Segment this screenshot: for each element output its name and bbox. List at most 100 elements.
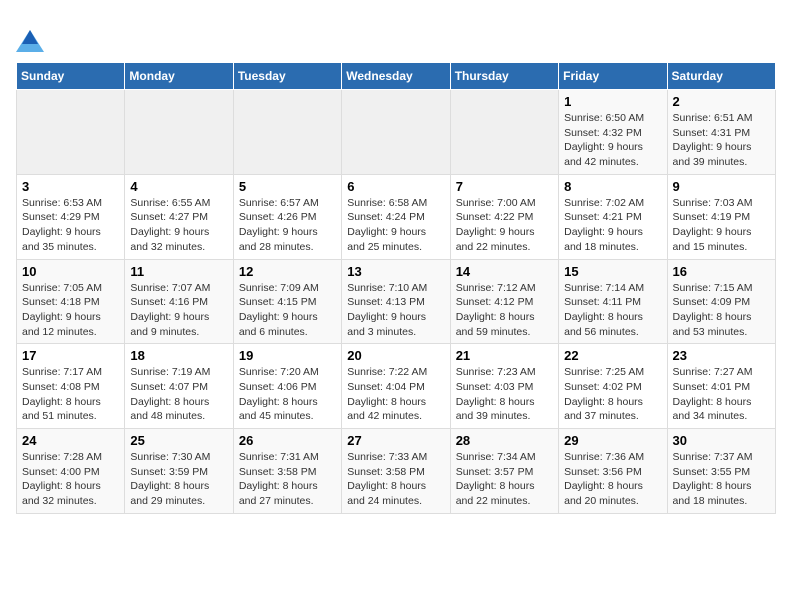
day-number: 5 [239, 179, 336, 194]
day-number: 23 [673, 348, 770, 363]
calendar-cell [342, 90, 450, 175]
day-info: Sunrise: 7:09 AM Sunset: 4:15 PM Dayligh… [239, 281, 336, 340]
day-info: Sunrise: 6:57 AM Sunset: 4:26 PM Dayligh… [239, 196, 336, 255]
day-number: 30 [673, 433, 770, 448]
day-number: 8 [564, 179, 661, 194]
calendar-cell: 26 Sunrise: 7:31 AM Sunset: 3:58 PM Dayli… [233, 429, 341, 514]
day-number: 28 [456, 433, 553, 448]
day-info: Sunrise: 7:22 AM Sunset: 4:04 PM Dayligh… [347, 365, 444, 424]
day-info: Sunrise: 7:12 AM Sunset: 4:12 PM Dayligh… [456, 281, 553, 340]
day-info: Sunrise: 7:10 AM Sunset: 4:13 PM Dayligh… [347, 281, 444, 340]
day-info: Sunrise: 6:55 AM Sunset: 4:27 PM Dayligh… [130, 196, 227, 255]
calendar-cell [450, 90, 558, 175]
calendar-cell: 30 Sunrise: 7:37 AM Sunset: 3:55 PM Dayli… [667, 429, 775, 514]
logo [16, 16, 48, 52]
day-info: Sunrise: 6:50 AM Sunset: 4:32 PM Dayligh… [564, 111, 661, 170]
calendar-cell: 21Sunrise: 7:23 AM Sunset: 4:03 PM Dayli… [450, 344, 558, 429]
calendar-cell: 19Sunrise: 7:20 AM Sunset: 4:06 PM Dayli… [233, 344, 341, 429]
calendar-cell: 10Sunrise: 7:05 AM Sunset: 4:18 PM Dayli… [17, 259, 125, 344]
day-number: 10 [22, 264, 119, 279]
calendar-cell: 22 Sunrise: 7:25 AM Sunset: 4:02 PM Dayli… [559, 344, 667, 429]
calendar-cell: 12 Sunrise: 7:09 AM Sunset: 4:15 PM Dayli… [233, 259, 341, 344]
day-number: 16 [673, 264, 770, 279]
day-info: Sunrise: 7:30 AM Sunset: 3:59 PM Dayligh… [130, 450, 227, 509]
weekday-header-sunday: Sunday [17, 63, 125, 90]
header [16, 16, 776, 52]
day-number: 25 [130, 433, 227, 448]
day-number: 17 [22, 348, 119, 363]
weekday-header-friday: Friday [559, 63, 667, 90]
day-info: Sunrise: 7:34 AM Sunset: 3:57 PM Dayligh… [456, 450, 553, 509]
calendar-week-5: 24Sunrise: 7:28 AM Sunset: 4:00 PM Dayli… [17, 429, 776, 514]
day-number: 6 [347, 179, 444, 194]
calendar-week-1: 1 Sunrise: 6:50 AM Sunset: 4:32 PM Daylig… [17, 90, 776, 175]
day-number: 11 [130, 264, 227, 279]
weekday-header-tuesday: Tuesday [233, 63, 341, 90]
day-info: Sunrise: 7:27 AM Sunset: 4:01 PM Dayligh… [673, 365, 770, 424]
day-info: Sunrise: 7:31 AM Sunset: 3:58 PM Dayligh… [239, 450, 336, 509]
day-info: Sunrise: 7:20 AM Sunset: 4:06 PM Dayligh… [239, 365, 336, 424]
day-info: Sunrise: 7:25 AM Sunset: 4:02 PM Dayligh… [564, 365, 661, 424]
day-number: 14 [456, 264, 553, 279]
day-info: Sunrise: 7:03 AM Sunset: 4:19 PM Dayligh… [673, 196, 770, 255]
day-info: Sunrise: 7:37 AM Sunset: 3:55 PM Dayligh… [673, 450, 770, 509]
day-info: Sunrise: 6:58 AM Sunset: 4:24 PM Dayligh… [347, 196, 444, 255]
day-number: 3 [22, 179, 119, 194]
calendar-cell [17, 90, 125, 175]
calendar-cell: 27 Sunrise: 7:33 AM Sunset: 3:58 PM Dayli… [342, 429, 450, 514]
day-number: 13 [347, 264, 444, 279]
calendar-header: SundayMondayTuesdayWednesdayThursdayFrid… [17, 63, 776, 90]
day-number: 22 [564, 348, 661, 363]
calendar-week-2: 3 Sunrise: 6:53 AM Sunset: 4:29 PM Daylig… [17, 174, 776, 259]
day-number: 18 [130, 348, 227, 363]
day-number: 1 [564, 94, 661, 109]
day-number: 27 [347, 433, 444, 448]
day-info: Sunrise: 6:51 AM Sunset: 4:31 PM Dayligh… [673, 111, 770, 170]
calendar-cell: 5 Sunrise: 6:57 AM Sunset: 4:26 PM Daylig… [233, 174, 341, 259]
weekday-header-saturday: Saturday [667, 63, 775, 90]
calendar-cell: 16 Sunrise: 7:15 AM Sunset: 4:09 PM Dayli… [667, 259, 775, 344]
calendar-cell: 25 Sunrise: 7:30 AM Sunset: 3:59 PM Dayli… [125, 429, 233, 514]
calendar-cell: 9 Sunrise: 7:03 AM Sunset: 4:19 PM Daylig… [667, 174, 775, 259]
day-info: Sunrise: 7:14 AM Sunset: 4:11 PM Dayligh… [564, 281, 661, 340]
day-number: 21 [456, 348, 553, 363]
day-info: Sunrise: 7:33 AM Sunset: 3:58 PM Dayligh… [347, 450, 444, 509]
weekday-header-thursday: Thursday [450, 63, 558, 90]
calendar-cell: 18 Sunrise: 7:19 AM Sunset: 4:07 PM Dayli… [125, 344, 233, 429]
day-number: 12 [239, 264, 336, 279]
calendar-body: 1 Sunrise: 6:50 AM Sunset: 4:32 PM Daylig… [17, 90, 776, 514]
day-info: Sunrise: 7:07 AM Sunset: 4:16 PM Dayligh… [130, 281, 227, 340]
calendar: SundayMondayTuesdayWednesdayThursdayFrid… [16, 62, 776, 514]
calendar-cell: 14 Sunrise: 7:12 AM Sunset: 4:12 PM Dayli… [450, 259, 558, 344]
calendar-cell [125, 90, 233, 175]
day-info: Sunrise: 6:53 AM Sunset: 4:29 PM Dayligh… [22, 196, 119, 255]
calendar-cell: 28 Sunrise: 7:34 AM Sunset: 3:57 PM Dayli… [450, 429, 558, 514]
day-number: 26 [239, 433, 336, 448]
day-info: Sunrise: 7:00 AM Sunset: 4:22 PM Dayligh… [456, 196, 553, 255]
day-number: 20 [347, 348, 444, 363]
day-info: Sunrise: 7:17 AM Sunset: 4:08 PM Dayligh… [22, 365, 119, 424]
calendar-cell: 3 Sunrise: 6:53 AM Sunset: 4:29 PM Daylig… [17, 174, 125, 259]
day-number: 15 [564, 264, 661, 279]
calendar-cell: 8 Sunrise: 7:02 AM Sunset: 4:21 PM Daylig… [559, 174, 667, 259]
weekday-header-wednesday: Wednesday [342, 63, 450, 90]
day-info: Sunrise: 7:02 AM Sunset: 4:21 PM Dayligh… [564, 196, 661, 255]
calendar-cell [233, 90, 341, 175]
calendar-cell: 13 Sunrise: 7:10 AM Sunset: 4:13 PM Dayli… [342, 259, 450, 344]
calendar-week-4: 17 Sunrise: 7:17 AM Sunset: 4:08 PM Dayli… [17, 344, 776, 429]
day-number: 9 [673, 179, 770, 194]
day-number: 2 [673, 94, 770, 109]
calendar-cell: 2 Sunrise: 6:51 AM Sunset: 4:31 PM Daylig… [667, 90, 775, 175]
day-info: Sunrise: 7:19 AM Sunset: 4:07 PM Dayligh… [130, 365, 227, 424]
day-info: Sunrise: 7:15 AM Sunset: 4:09 PM Dayligh… [673, 281, 770, 340]
day-number: 4 [130, 179, 227, 194]
weekday-row: SundayMondayTuesdayWednesdayThursdayFrid… [17, 63, 776, 90]
calendar-cell: 11 Sunrise: 7:07 AM Sunset: 4:16 PM Dayli… [125, 259, 233, 344]
calendar-cell: 6 Sunrise: 6:58 AM Sunset: 4:24 PM Daylig… [342, 174, 450, 259]
weekday-header-monday: Monday [125, 63, 233, 90]
calendar-cell: 23 Sunrise: 7:27 AM Sunset: 4:01 PM Dayli… [667, 344, 775, 429]
calendar-week-3: 10Sunrise: 7:05 AM Sunset: 4:18 PM Dayli… [17, 259, 776, 344]
calendar-cell: 1 Sunrise: 6:50 AM Sunset: 4:32 PM Daylig… [559, 90, 667, 175]
calendar-cell: 4 Sunrise: 6:55 AM Sunset: 4:27 PM Daylig… [125, 174, 233, 259]
logo-icon [16, 16, 44, 52]
